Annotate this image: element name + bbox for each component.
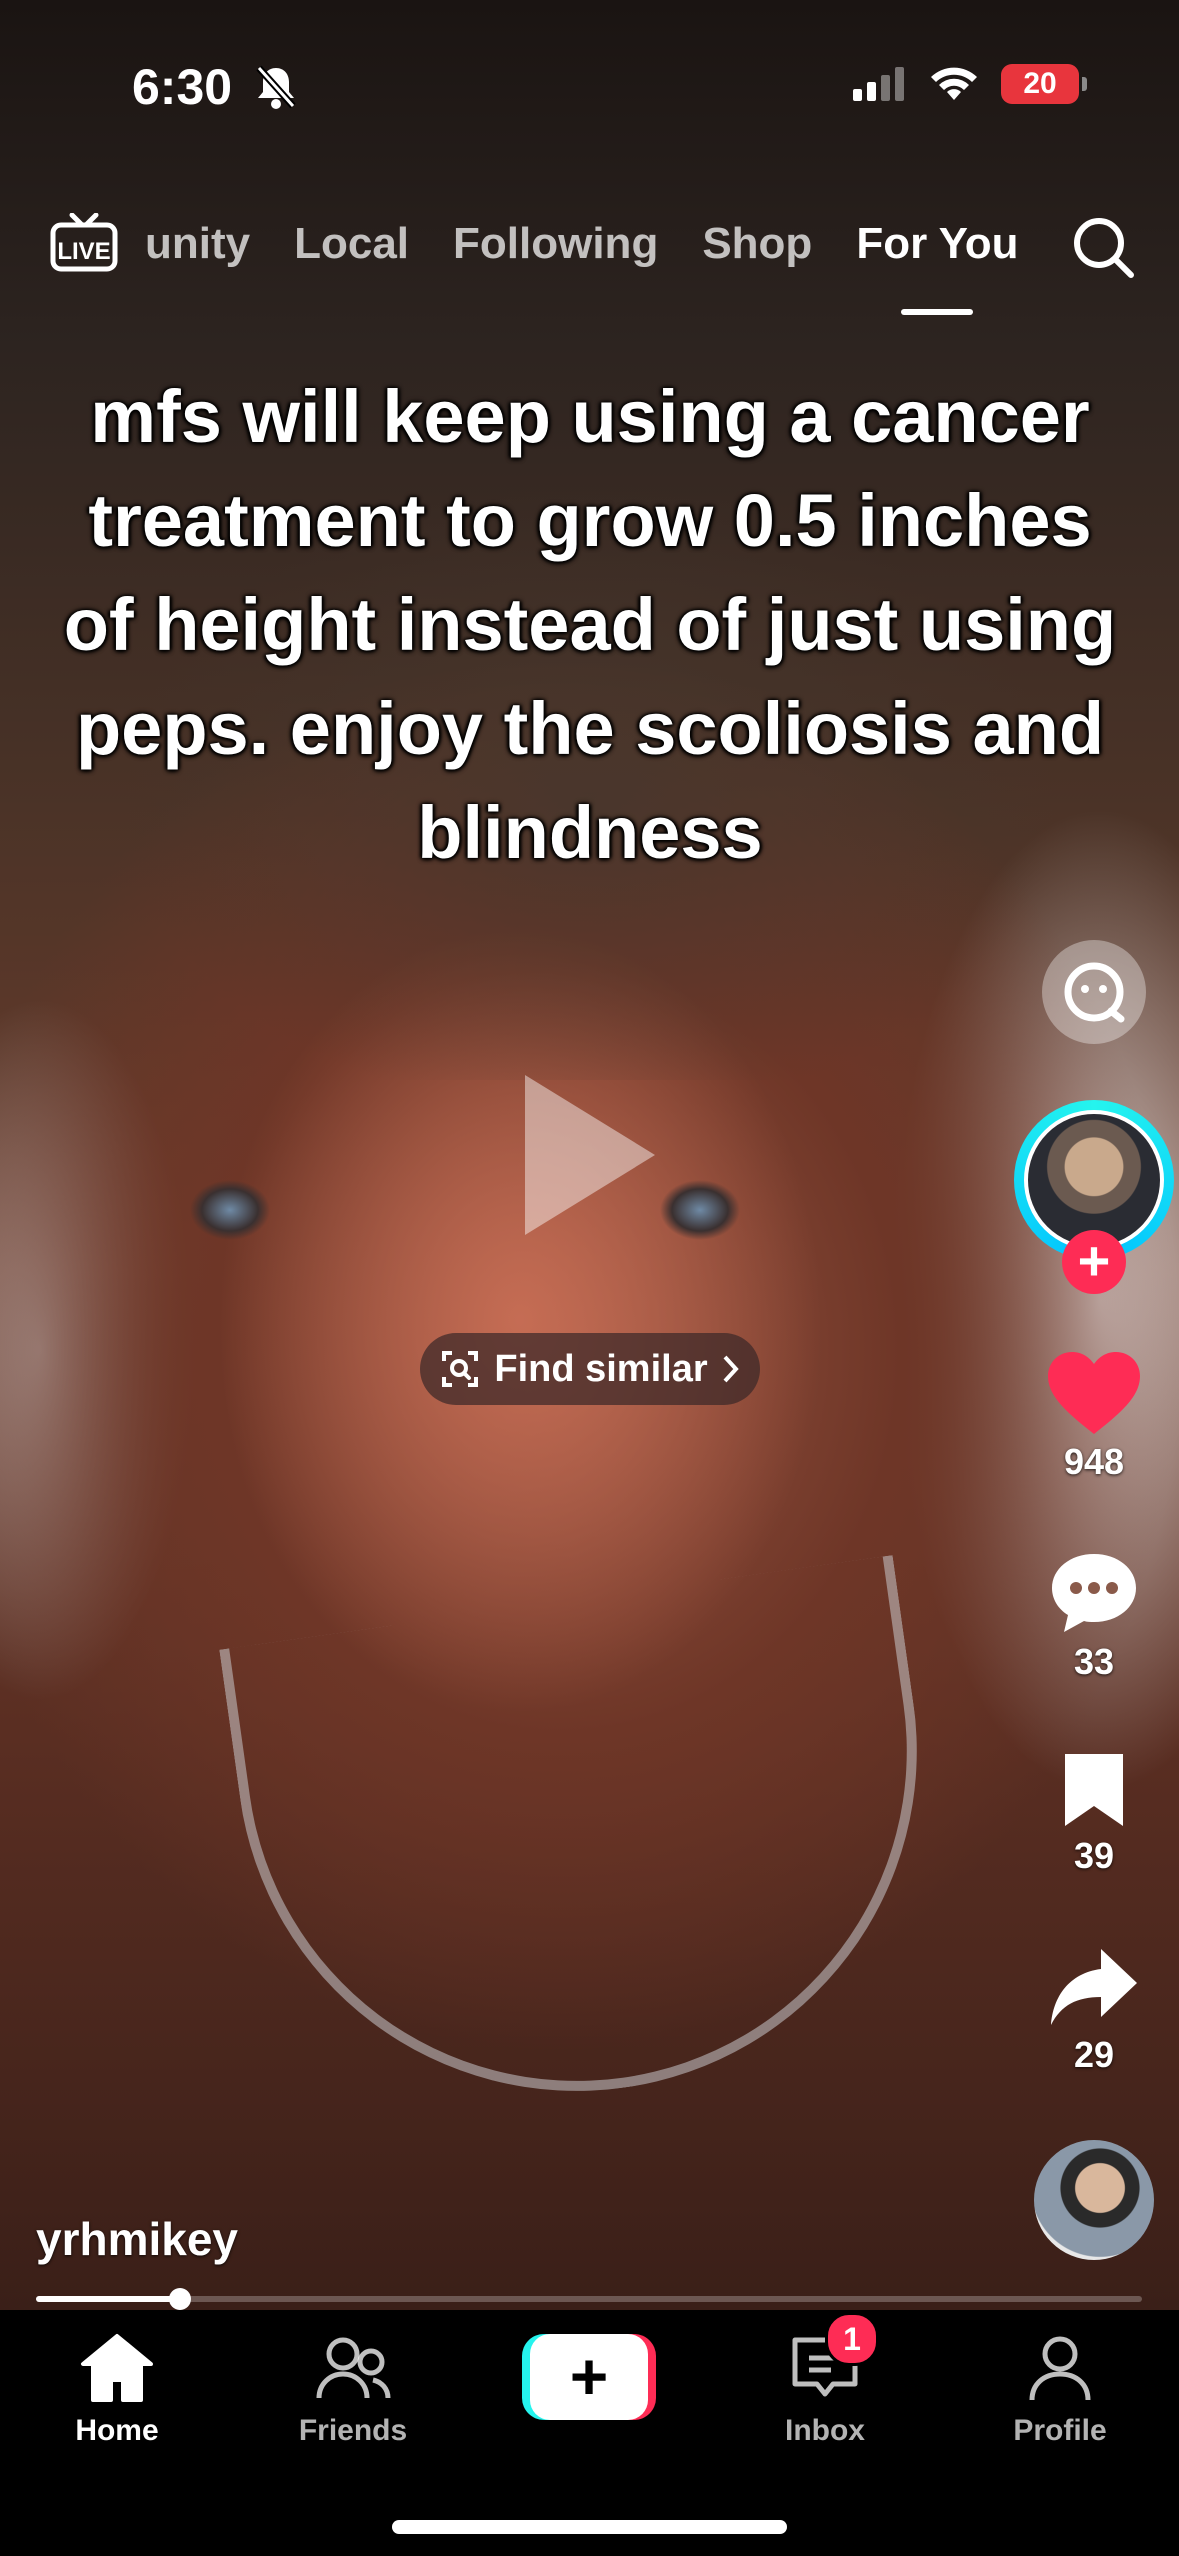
creator-avatar-ring: + bbox=[1014, 1100, 1174, 1294]
ai-assistant-button[interactable] bbox=[1009, 940, 1179, 1044]
inbox-icon: 1 bbox=[785, 2312, 879, 2408]
tiktok-screen: 6:30 20 LIVE unity Local Following Shop … bbox=[0, 0, 1179, 2556]
video-frame-eye-left bbox=[150, 1180, 310, 1240]
video-progress-knob[interactable] bbox=[168, 2288, 191, 2310]
live-icon-label: LIVE bbox=[57, 238, 110, 265]
creator-avatar-group: + bbox=[1009, 1100, 1179, 1294]
create-button[interactable]: + bbox=[522, 2334, 656, 2420]
bookmark-icon bbox=[1065, 1754, 1123, 1826]
follow-plus-icon[interactable]: + bbox=[1062, 1230, 1126, 1294]
cellular-signal-icon bbox=[853, 67, 904, 101]
play-icon[interactable] bbox=[525, 1075, 655, 1235]
tab-for-you[interactable]: For You bbox=[856, 219, 1018, 315]
live-icon[interactable]: LIVE bbox=[50, 212, 118, 273]
status-icons: 20 bbox=[853, 64, 1087, 104]
battery-indicator: 20 bbox=[1001, 64, 1087, 104]
tab-community[interactable]: unity bbox=[145, 219, 250, 269]
share-arrow-icon bbox=[1051, 1949, 1137, 2025]
like-count: 948 bbox=[1063, 1441, 1125, 1482]
home-indicator bbox=[392, 2520, 787, 2534]
share-button[interactable]: 29 bbox=[1009, 1945, 1179, 2076]
creator-username[interactable]: yrhmikey bbox=[36, 2212, 238, 2266]
nav-profile[interactable]: Profile bbox=[960, 2328, 1160, 2448]
nav-inbox[interactable]: 1 Inbox bbox=[725, 2312, 925, 2448]
friends-icon bbox=[313, 2328, 393, 2408]
ai-assistant-icon bbox=[1064, 962, 1125, 1023]
find-similar-label: Find similar bbox=[494, 1347, 708, 1390]
nav-friends[interactable]: Friends bbox=[253, 2328, 453, 2448]
profile-icon bbox=[1020, 2328, 1100, 2408]
nav-home[interactable]: Home bbox=[17, 2328, 217, 2448]
tab-shop[interactable]: Shop bbox=[702, 219, 812, 269]
comment-count: 33 bbox=[1073, 1641, 1115, 1682]
save-count: 39 bbox=[1073, 1835, 1115, 1876]
status-time: 6:30 bbox=[132, 59, 233, 115]
feed-tabs: unity Local Following Shop For You bbox=[145, 219, 1018, 315]
silent-bell-icon bbox=[255, 64, 297, 115]
visual-search-icon bbox=[442, 1351, 479, 1387]
comment-icon bbox=[1052, 1554, 1136, 1632]
tab-following[interactable]: Following bbox=[453, 219, 658, 269]
share-count: 29 bbox=[1073, 2034, 1115, 2075]
nav-home-label: Home bbox=[75, 2414, 159, 2447]
search-icon[interactable] bbox=[1069, 213, 1137, 281]
nav-friends-label: Friends bbox=[298, 2414, 408, 2447]
video-progress-fill bbox=[36, 2296, 180, 2302]
like-button[interactable]: 948 bbox=[1009, 1350, 1179, 1483]
video-caption: mfs will keep using a cancer treatment t… bbox=[63, 375, 1117, 874]
save-button[interactable]: 39 bbox=[1009, 1750, 1179, 1877]
plus-icon: + bbox=[530, 2334, 648, 2420]
video-progress-bar[interactable] bbox=[36, 2288, 1142, 2310]
tab-local[interactable]: Local bbox=[294, 219, 409, 269]
top-navigation: LIVE unity Local Following Shop For You bbox=[0, 205, 1179, 315]
comment-button[interactable]: 33 bbox=[1009, 1550, 1179, 1683]
nav-profile-label: Profile bbox=[1013, 2414, 1107, 2447]
wifi-icon bbox=[931, 67, 977, 100]
nav-inbox-label: Inbox bbox=[785, 2414, 865, 2447]
inbox-badge: 1 bbox=[825, 2312, 879, 2366]
find-similar-button[interactable]: Find similar bbox=[420, 1333, 760, 1405]
chevron-right-icon bbox=[723, 1355, 739, 1383]
sound-disc-image bbox=[1034, 2140, 1154, 2260]
sound-disc[interactable] bbox=[1009, 2140, 1179, 2260]
home-icon bbox=[77, 2328, 157, 2408]
heart-icon bbox=[1048, 1352, 1140, 1434]
